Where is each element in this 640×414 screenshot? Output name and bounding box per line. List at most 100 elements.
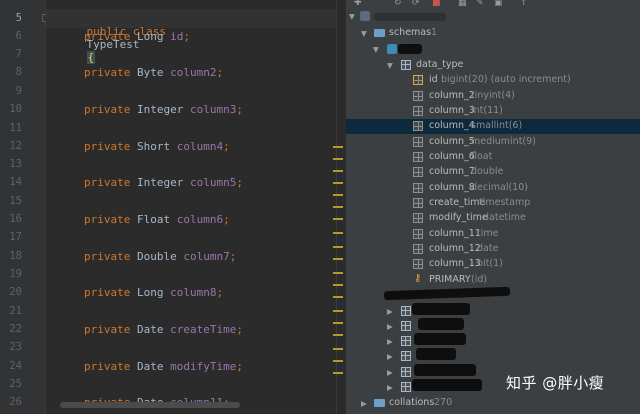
warning-stripe-marker[interactable] [333, 146, 343, 148]
code-line-field[interactable]: private Double column7; [84, 250, 236, 263]
view-icon[interactable]: ▣ [494, 0, 503, 8]
code-line-field[interactable]: private Long id; [84, 30, 190, 43]
field-type: Long [136, 30, 164, 43]
collations-label: collations [389, 397, 435, 408]
editor-horizontal-scrollbar[interactable] [60, 402, 240, 408]
code-line-field[interactable]: private Date createTime; [84, 323, 243, 336]
keyword: private [84, 213, 131, 226]
db-toolbar: ✚ ↻ ⟳ ■ ▦ ✎ ▣ ↑ [346, 0, 640, 8]
line-number: 9 [15, 85, 22, 97]
tree-node-schema[interactable]: ▼ [346, 42, 640, 57]
expand-arrow-icon[interactable]: ▶ [387, 383, 393, 392]
tree-column[interactable]: column_2 tinyint(4) [346, 89, 640, 104]
tree-column[interactable]: column_6 float [346, 150, 640, 165]
redacted-area [414, 364, 476, 376]
expand-arrow-icon[interactable]: ▶ [387, 322, 393, 331]
code-line-field[interactable]: private Float column6; [84, 213, 230, 226]
warning-stripe-marker[interactable] [333, 182, 343, 184]
warning-stripe-marker[interactable] [333, 360, 343, 362]
tree-column[interactable]: column_3 int(11) [346, 104, 640, 119]
warning-stripe-marker[interactable] [333, 170, 343, 172]
tree-column[interactable]: column_7 double [346, 165, 640, 180]
tree-node-schemas[interactable]: ▼ schemas 1 [346, 26, 640, 41]
tree-node-table-collapsed[interactable]: ▶ [346, 304, 640, 319]
warning-stripe-marker[interactable] [333, 322, 343, 324]
jump-icon[interactable]: ↑ [520, 0, 528, 8]
tree-node-collations[interactable]: ▶ collations 270 [346, 396, 640, 411]
expand-arrow-icon[interactable]: ▼ [361, 29, 367, 38]
field-type: Long [136, 286, 164, 299]
expand-arrow-icon[interactable]: ▶ [361, 399, 367, 408]
database-tree-panel[interactable]: ✚ ↻ ⟳ ■ ▦ ✎ ▣ ↑ ▼ ▼ schemas 1 ▼ ▼ data_t… [345, 0, 640, 414]
warning-stripe-marker[interactable] [333, 310, 343, 312]
expand-arrow-icon[interactable]: ▶ [387, 307, 393, 316]
table-icon [401, 60, 411, 70]
code-line-field[interactable]: private Byte column2; [84, 66, 223, 79]
code-line-field[interactable]: private Date modifyTime; [84, 360, 243, 373]
warning-stripe-marker[interactable] [333, 334, 343, 336]
tree-node-table-collapsed[interactable]: ▶ [346, 349, 640, 364]
column-type: mediumint(9) [471, 136, 536, 147]
field-type: Float [136, 213, 171, 226]
field-name: column7 [183, 250, 230, 263]
tree-node-datasource[interactable]: ▼ [346, 9, 640, 24]
tree-column[interactable]: column_12 date [346, 242, 640, 257]
column-icon [413, 91, 423, 101]
warning-stripe-marker[interactable] [333, 348, 343, 350]
column-name: column_7 [429, 166, 475, 177]
expand-arrow-icon[interactable]: ▼ [349, 12, 355, 21]
column-type: time [477, 228, 499, 239]
table-icon[interactable]: ▦ [458, 0, 467, 8]
tree-column[interactable]: column_5 mediumint(9) [346, 135, 640, 150]
field-type: Integer [136, 176, 184, 189]
code-line-field[interactable]: private Integer column5; [84, 176, 243, 189]
table-icon [401, 336, 411, 346]
column-icon [413, 198, 423, 208]
stop-icon[interactable]: ■ [432, 0, 441, 8]
warning-stripe-marker[interactable] [333, 194, 343, 196]
code-editor[interactable]: 5 6 7 8 9 10 11 12 13 14 15 16 17 18 19 … [0, 0, 345, 414]
field-name: column8 [170, 286, 217, 299]
tree-column[interactable]: column_13 bit(1) [346, 257, 640, 272]
refresh-icon[interactable]: ↻ [394, 0, 402, 8]
expand-arrow-icon[interactable]: ▼ [373, 45, 379, 54]
tree-column[interactable]: create_time timestamp [346, 196, 640, 211]
tree-column[interactable]: modify_time datetime [346, 211, 640, 226]
expand-arrow-icon[interactable]: ▶ [387, 352, 393, 361]
tree-column[interactable]: column_8 decimal(10) [346, 181, 640, 196]
column-type: smallint(6) [471, 120, 523, 131]
warning-stripe-marker[interactable] [333, 232, 343, 234]
edit-icon[interactable]: ✎ [476, 0, 484, 8]
expand-arrow-icon[interactable]: ▶ [387, 368, 393, 377]
warning-stripe-marker[interactable] [333, 158, 343, 160]
tree-node-table-collapsed[interactable]: ▶ [346, 319, 640, 334]
tree-column[interactable]: id bigint(20) (auto increment) [346, 73, 640, 88]
code-line-field[interactable]: private Long column8; [84, 286, 223, 299]
tree-column-selected[interactable]: column_4 smallint(6) [346, 119, 640, 134]
warning-stripe-marker[interactable] [333, 206, 343, 208]
tree-node-table[interactable]: ▼ data_type [346, 58, 640, 73]
warning-stripe-marker[interactable] [333, 284, 343, 286]
tree-node-table-collapsed[interactable]: ▶ [346, 334, 640, 349]
expand-arrow-icon[interactable]: ▶ [387, 337, 393, 346]
tree-column[interactable]: column_11 time [346, 227, 640, 242]
line-number: 12 [9, 140, 22, 152]
tree-primary-key[interactable]: ⚷ PRIMARY (id) [346, 273, 640, 288]
folder-icon [374, 399, 385, 407]
table-icon [401, 306, 411, 316]
code-line-field[interactable]: private Short column4; [84, 140, 230, 153]
warning-stripe-marker[interactable] [333, 258, 343, 260]
code-line-field[interactable]: private Integer column3; [84, 103, 243, 116]
expand-arrow-icon[interactable]: ▼ [387, 61, 393, 70]
warning-stripe-marker[interactable] [333, 372, 343, 374]
column-type: bigint(20) (auto increment) [441, 74, 571, 85]
redacted-area [383, 286, 511, 301]
warning-stripe-marker[interactable] [333, 218, 343, 220]
line-number: 8 [15, 66, 22, 78]
sync-icon[interactable]: ⟳ [412, 0, 420, 8]
column-type: timestamp [479, 197, 531, 208]
warning-stripe-marker[interactable] [333, 296, 343, 298]
warning-stripe-marker[interactable] [333, 272, 343, 274]
warning-stripe-marker[interactable] [333, 246, 343, 248]
add-icon[interactable]: ✚ [354, 0, 362, 8]
